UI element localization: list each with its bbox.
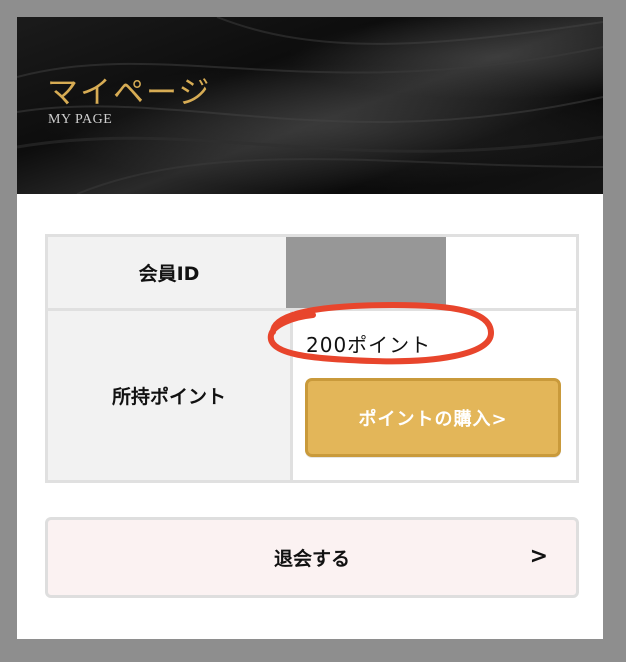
page-title: マイページ <box>47 75 212 111</box>
withdraw-label: 退会する <box>273 548 350 570</box>
points-value: 200ポイント <box>306 333 432 357</box>
buy-points-button[interactable]: ポイントの購入> <box>305 378 561 457</box>
mypage-card: マイページ MY PAGE 会員ID 所持ポイント 200ポイント ポイントの購… <box>17 17 603 639</box>
points-row: 所持ポイント 200ポイント ポイントの購入> <box>48 301 576 480</box>
member-info-table: 会員ID 所持ポイント 200ポイント ポイントの購入> <box>45 234 579 483</box>
chevron-right-icon: > <box>529 544 548 569</box>
withdraw-button[interactable]: 退会する > <box>45 517 579 598</box>
page-subtitle: MY PAGE <box>48 112 113 127</box>
header-banner: マイページ MY PAGE <box>17 17 603 194</box>
